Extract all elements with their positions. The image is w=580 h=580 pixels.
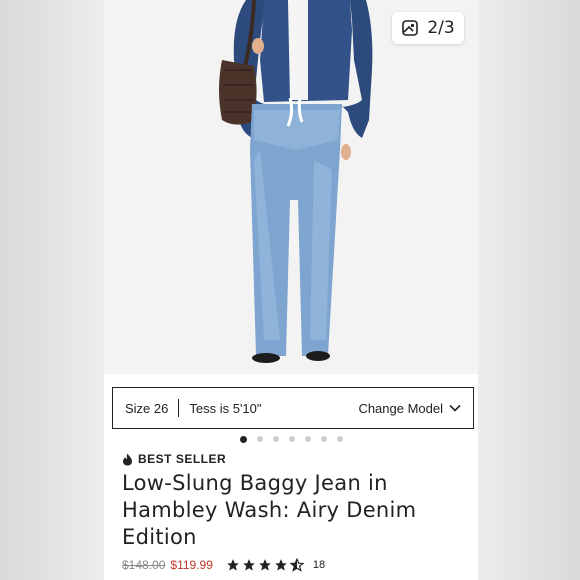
best-seller-badge: BEST SELLER bbox=[122, 452, 226, 466]
star-full-icon bbox=[275, 559, 287, 571]
product-title: Low-Slung Baggy Jean in Hambley Wash: Ai… bbox=[122, 471, 417, 549]
price-rating-row: $148.00 $119.99 18 bbox=[122, 558, 325, 572]
star-full-icon bbox=[259, 559, 271, 571]
carousel-dot[interactable] bbox=[256, 436, 263, 442]
product-card: 2/3 Size 26 Tess is 5'10" Change Model B… bbox=[104, 0, 478, 580]
image-counter-label: 2/3 bbox=[427, 18, 455, 38]
carousel-dot[interactable] bbox=[336, 436, 343, 442]
model-height-label: Tess is 5'10" bbox=[189, 400, 262, 416]
change-model-label: Change Model bbox=[358, 400, 443, 416]
review-count[interactable]: 18 bbox=[313, 559, 325, 571]
divider bbox=[178, 399, 180, 417]
carousel-dot[interactable] bbox=[239, 435, 247, 443]
size-label: Size 26 bbox=[125, 400, 169, 416]
chevron-down-icon bbox=[449, 404, 461, 412]
change-model-button[interactable]: Change Model bbox=[358, 401, 461, 416]
carousel-dot[interactable] bbox=[288, 436, 295, 442]
flame-icon bbox=[123, 453, 132, 465]
star-full-icon bbox=[243, 559, 255, 571]
carousel-dots bbox=[104, 435, 478, 443]
size-model-bar: Size 26 Tess is 5'10" Change Model bbox=[112, 387, 474, 429]
product-photo[interactable]: 2/3 bbox=[104, 0, 478, 374]
carousel-dot[interactable] bbox=[272, 436, 279, 442]
carousel-dot[interactable] bbox=[304, 436, 311, 442]
best-seller-label: BEST SELLER bbox=[138, 452, 227, 466]
photo-gallery-icon bbox=[402, 20, 419, 36]
carousel-dot[interactable] bbox=[320, 436, 327, 442]
image-counter[interactable]: 2/3 bbox=[392, 12, 464, 44]
star-rating[interactable] bbox=[226, 558, 304, 572]
original-price: $148.00 bbox=[122, 558, 166, 572]
model-illustration bbox=[104, 0, 478, 374]
sale-price: $119.99 bbox=[170, 558, 213, 572]
star-full-icon bbox=[227, 559, 239, 571]
star-half-icon bbox=[289, 558, 304, 572]
